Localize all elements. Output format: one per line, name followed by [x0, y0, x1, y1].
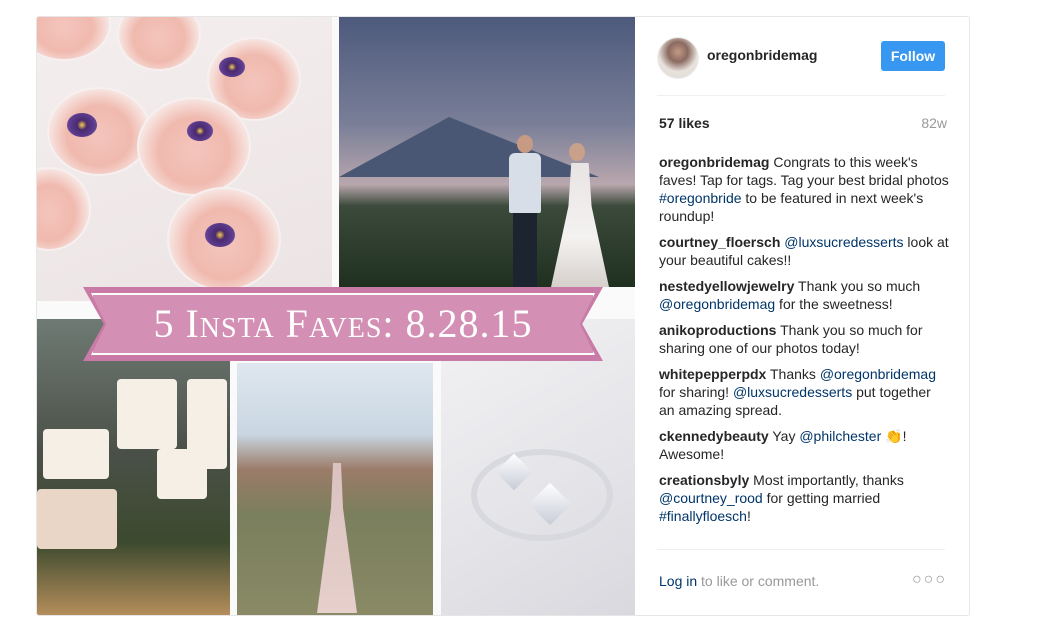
comment-username[interactable]: whitepepperpdx	[659, 366, 766, 382]
divider	[657, 549, 945, 550]
cake-table-photo	[37, 319, 230, 615]
comment-text: for sharing!	[659, 384, 733, 400]
post-header: oregonbridemag Follow	[657, 37, 947, 79]
comment-username[interactable]: nestedyellowjewelry	[659, 278, 794, 294]
login-suffix: to like or comment.	[697, 573, 820, 589]
divider	[657, 95, 945, 96]
glass	[137, 97, 251, 196]
pansy-icon	[205, 223, 235, 247]
comment-link[interactable]: #finallyfloesch	[659, 508, 747, 524]
post-age[interactable]: 82w	[921, 115, 947, 131]
cocktail-glasses-photo	[37, 17, 332, 301]
comment-text: Thank you so much	[798, 278, 921, 294]
cake	[117, 379, 177, 449]
likes-count[interactable]: 57 likes	[659, 115, 710, 131]
comment-link[interactable]: @luxsucredesserts	[784, 234, 903, 250]
username[interactable]: oregonbridemag	[707, 47, 817, 63]
comment-link[interactable]: @oregonbridemag	[659, 296, 775, 312]
comment-username[interactable]: oregonbridemag	[659, 154, 769, 170]
login-prompt: Log in to like or comment.	[659, 573, 819, 589]
comment-link[interactable]: @oregonbridemag	[820, 366, 936, 382]
glass	[117, 17, 201, 71]
comment-link[interactable]: @courtney_rood	[659, 490, 763, 506]
more-options-icon[interactable]: ○○○	[912, 571, 947, 589]
instagram-post: 5 Insta Faves: 8.28.15 oregonbridemag Fo…	[36, 16, 970, 616]
comment-username[interactable]: creationsbyly	[659, 472, 749, 488]
cake	[187, 379, 227, 469]
groom-figure	[505, 135, 545, 287]
comment-username[interactable]: ckennedybeauty	[659, 428, 769, 444]
pansy-icon	[187, 121, 213, 141]
pansy-icon	[67, 113, 97, 137]
comment-link[interactable]: @luxsucredesserts	[733, 384, 852, 400]
pansy-icon	[219, 57, 245, 77]
comment-link[interactable]: #oregonbride	[659, 190, 742, 206]
couple-photo	[339, 17, 635, 287]
comment-username[interactable]: courtney_floersch	[659, 234, 780, 250]
comment-username[interactable]: anikoproductions	[659, 322, 776, 338]
post-image[interactable]: 5 Insta Faves: 8.28.15	[37, 17, 635, 615]
login-link[interactable]: Log in	[659, 573, 697, 589]
comment: nestedyellowjewelry Thank you so much @o…	[659, 277, 949, 313]
bride-figure	[317, 463, 357, 613]
avatar[interactable]	[657, 37, 699, 79]
comment-text: for getting married	[762, 490, 881, 506]
glass	[37, 17, 111, 61]
bride-figure	[545, 143, 615, 287]
comment: whitepepperpdx Thanks @oregonbridemag fo…	[659, 365, 949, 419]
comment-text: for the sweetness!	[775, 296, 893, 312]
comment-text: !	[746, 508, 751, 524]
glass	[37, 167, 91, 251]
follow-button[interactable]: Follow	[881, 41, 945, 71]
glass	[47, 87, 151, 176]
comment-text: Most importantly, thanks	[753, 472, 904, 488]
comment: courtney_floersch @luxsucredesserts look…	[659, 233, 949, 269]
post-sidebar: oregonbridemag Follow 57 likes 82w orego…	[635, 17, 969, 615]
comment-text: Thanks	[770, 366, 820, 382]
comments-list: oregonbridemag Congrats to this week's f…	[659, 153, 949, 548]
ring-photo	[441, 319, 635, 615]
comment-text: Yay	[772, 428, 800, 444]
cake	[37, 489, 117, 549]
comment: anikoproductions Thank you so much for s…	[659, 321, 949, 357]
comment-link[interactable]: @philchester	[799, 428, 881, 444]
title-banner: 5 Insta Faves: 8.28.15	[83, 287, 603, 361]
comment: creationsbyly Most importantly, thanks @…	[659, 471, 949, 525]
comment: oregonbridemag Congrats to this week's f…	[659, 153, 949, 225]
banner-text: 5 Insta Faves: 8.28.15	[153, 301, 533, 346]
bride-field-photo	[237, 363, 433, 615]
cake	[43, 429, 109, 479]
comment: ckennedybeauty Yay @philchester 👏! Aweso…	[659, 427, 949, 463]
